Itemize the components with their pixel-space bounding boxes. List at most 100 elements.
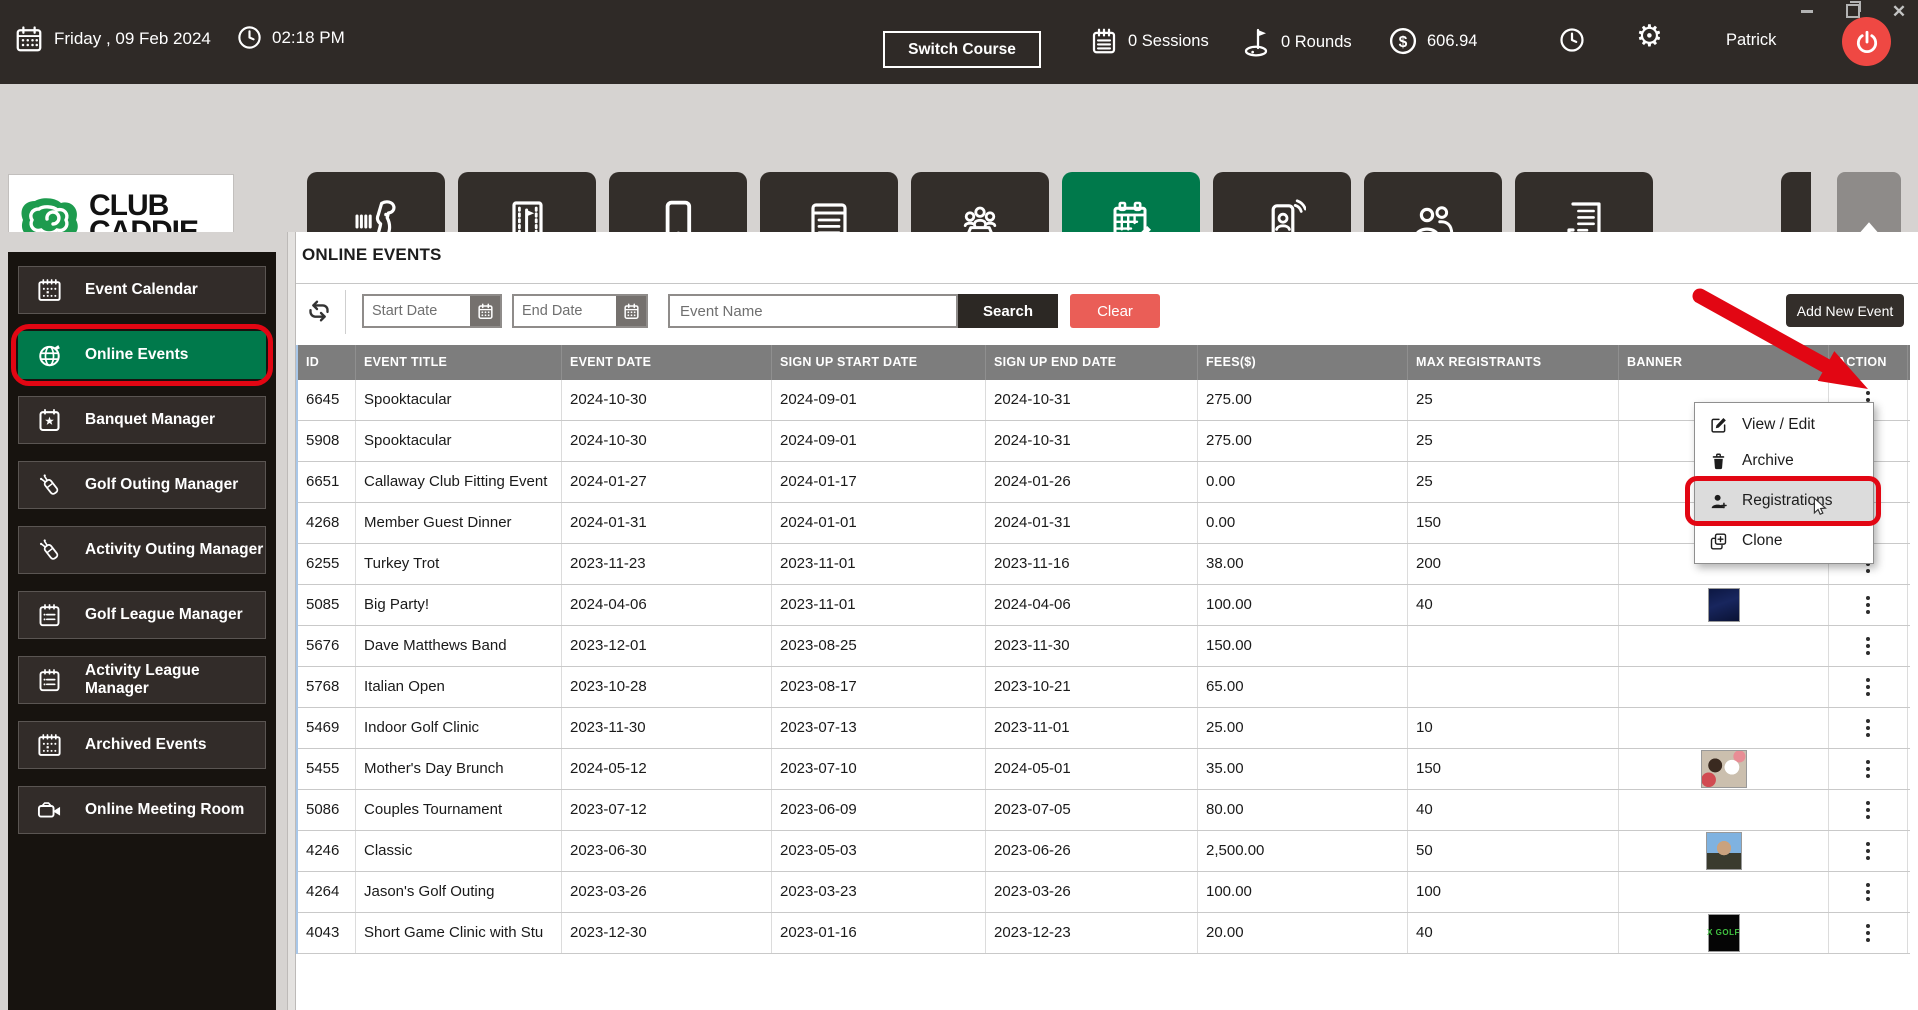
row-actions-kebab-icon[interactable]: [1866, 801, 1870, 819]
cell-signup-start: 2023-05-03: [772, 831, 986, 871]
cell-event-date: 2023-10-28: [562, 667, 772, 707]
cell-banner: [1619, 749, 1829, 789]
sidebar-item-online-events[interactable]: Online Events: [11, 324, 273, 386]
cell-action: [1829, 749, 1908, 789]
sidebar-item-golf-outing-manager[interactable]: Golf Outing Manager: [18, 461, 266, 509]
sidebar-item-banquet-manager[interactable]: Banquet Manager: [18, 396, 266, 444]
cell-id: 4264: [298, 872, 356, 912]
table-row: 5085 Big Party! 2024-04-06 2023-11-01 2024-0…: [298, 585, 1910, 626]
sidebar-item-archived-events[interactable]: Archived Events: [18, 721, 266, 769]
switch-course-button[interactable]: Switch Course: [883, 31, 1041, 68]
column-header-event-title[interactable]: EVENT TITLE: [356, 345, 562, 380]
edit-icon: [1708, 415, 1729, 436]
cell-event-date: 2024-04-06: [562, 585, 772, 625]
start-date-calendar-icon[interactable]: [470, 296, 500, 326]
column-header-sign-up-start-date[interactable]: SIGN UP START DATE: [772, 345, 986, 380]
cell-fees: 20.00: [1198, 913, 1408, 953]
context-menu-item-view-edit[interactable]: View / Edit: [1695, 407, 1873, 443]
column-header-sign-up-end-date[interactable]: SIGN UP END DATE: [986, 345, 1198, 380]
row-actions-kebab-icon[interactable]: [1866, 637, 1870, 655]
search-button[interactable]: Search: [958, 294, 1058, 328]
add-new-event-button[interactable]: Add New Event: [1786, 294, 1904, 327]
context-menu-item-label: Archive: [1742, 452, 1794, 469]
event-banner-thumbnail: [1700, 750, 1747, 788]
column-header-action[interactable]: ACTION: [1829, 345, 1908, 380]
gear-icon[interactable]: ⚙: [1636, 22, 1663, 52]
row-actions-kebab-icon[interactable]: [1866, 678, 1870, 696]
cell-signup-start: 2024-09-01: [772, 421, 986, 461]
rounds-counter[interactable]: 0 Rounds: [1240, 26, 1352, 58]
clear-button[interactable]: Clear: [1070, 294, 1160, 328]
cell-max-registrants: 40: [1408, 913, 1619, 953]
table-row: 5455 Mother's Day Brunch 2024-05-12 2023-07…: [298, 749, 1910, 790]
clock-button[interactable]: [1558, 26, 1586, 54]
golf-bag-icon: [36, 537, 63, 564]
cell-signup-end: 2023-07-05: [986, 790, 1198, 830]
context-menu-item-registrations[interactable]: Registrations: [1685, 476, 1881, 526]
column-header-banner[interactable]: BANNER: [1619, 345, 1829, 380]
cell-title: Spooktacular: [356, 380, 562, 420]
sidebar-item-activity-league-manager[interactable]: Activity League Manager: [18, 656, 266, 704]
user-name[interactable]: Patrick: [1726, 31, 1776, 50]
event-name-input[interactable]: [668, 294, 958, 328]
restore-icon[interactable]: [1844, 1, 1862, 19]
end-date-input[interactable]: [514, 296, 616, 326]
balance-display[interactable]: $ 606.94: [1388, 26, 1477, 56]
context-menu-item-label: View / Edit: [1742, 416, 1815, 433]
cell-max-registrants: 100: [1408, 872, 1619, 912]
context-menu-item-archive[interactable]: Archive: [1695, 443, 1873, 479]
row-actions-kebab-icon[interactable]: [1866, 842, 1870, 860]
cell-max-registrants: 10: [1408, 708, 1619, 748]
cell-action: [1829, 626, 1908, 666]
cell-signup-end: 2023-06-26: [986, 831, 1198, 871]
sidebar-item-golf-league-manager[interactable]: Golf League Manager: [18, 591, 266, 639]
sidebar-item-activity-outing-manager[interactable]: Activity Outing Manager: [18, 526, 266, 574]
row-actions-kebab-icon[interactable]: [1866, 760, 1870, 778]
column-header-event-date[interactable]: EVENT DATE: [562, 345, 772, 380]
cell-id: 5085: [298, 585, 356, 625]
cell-signup-start: 2023-06-09: [772, 790, 986, 830]
end-date-calendar-icon[interactable]: [616, 296, 646, 326]
golf-bag-icon: [36, 472, 63, 499]
start-date-input[interactable]: [364, 296, 470, 326]
row-actions-kebab-icon[interactable]: [1866, 719, 1870, 737]
sessions-counter[interactable]: 0 Sessions: [1089, 26, 1209, 56]
sidebar-item-label: Online Events: [85, 346, 189, 363]
power-button[interactable]: [1842, 17, 1891, 66]
sidebar-item-label: Golf League Manager: [85, 606, 243, 623]
row-actions-kebab-icon[interactable]: [1866, 924, 1870, 942]
trash-icon: [1708, 451, 1729, 472]
column-header-max-registrants[interactable]: MAX REGISTRANTS: [1408, 345, 1619, 380]
sidebar-item-label: Online Meeting Room: [85, 801, 245, 818]
cell-signup-end: 2023-11-30: [986, 626, 1198, 666]
cell-event-date: 2023-12-01: [562, 626, 772, 666]
context-menu-item-clone[interactable]: Clone: [1695, 523, 1873, 559]
row-actions-kebab-icon[interactable]: [1866, 883, 1870, 901]
table-body: 6645 Spooktacular 2024-10-30 2024-09-01 2024…: [298, 380, 1910, 954]
row-actions-kebab-icon[interactable]: [1866, 596, 1870, 614]
top-bar: ✕ Friday , 09 Feb 2024 02:18 PM Switch C…: [0, 0, 1918, 84]
refresh-icon[interactable]: [304, 296, 334, 326]
cell-title: Big Party!: [356, 585, 562, 625]
cell-signup-start: 2023-11-01: [772, 585, 986, 625]
sidebar-item-online-meeting-room[interactable]: Online Meeting Room: [18, 786, 266, 834]
cell-id: 4268: [298, 503, 356, 543]
cell-signup-end: 2023-10-21: [986, 667, 1198, 707]
window-controls: ✕: [1798, 1, 1908, 20]
table-row: 6651 Callaway Club Fitting Event 2024-01-2…: [298, 462, 1910, 503]
column-header-id[interactable]: ID: [298, 345, 356, 380]
cell-signup-end: 2023-11-16: [986, 544, 1198, 584]
close-icon[interactable]: ✕: [1890, 3, 1908, 20]
cell-event-date: 2023-11-23: [562, 544, 772, 584]
cell-fees: 35.00: [1198, 749, 1408, 789]
minimize-icon[interactable]: [1798, 3, 1816, 19]
main-content: ONLINE EVENTS Search Clear Add New Event…: [296, 232, 1918, 1010]
event-calendar-icon: [36, 277, 63, 304]
sidebar-item-event-calendar[interactable]: Event Calendar: [18, 266, 266, 314]
cell-event-date: 2024-01-31: [562, 503, 772, 543]
table-row: 5469 Indoor Golf Clinic 2023-11-30 2023-07-…: [298, 708, 1910, 749]
column-header-fees[interactable]: FEES($): [1198, 345, 1408, 380]
cell-max-registrants: 150: [1408, 749, 1619, 789]
table-row: 4268 Member Guest Dinner 2024-01-31 2024-01…: [298, 503, 1910, 544]
cell-fees: 275.00: [1198, 421, 1408, 461]
